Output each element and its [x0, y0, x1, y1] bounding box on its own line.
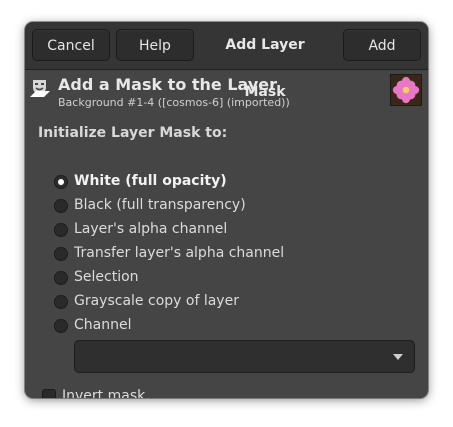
init-mask-label: Initialize Layer Mask to: [38, 125, 228, 141]
radio-button[interactable] [54, 247, 68, 261]
radio-label: Grayscale copy of layer [74, 293, 239, 309]
radio-button[interactable] [54, 319, 68, 333]
invert-mask-label: Invert mask [62, 388, 146, 398]
dialog-header: Cancel Help Add Layer Mask Add [25, 22, 428, 100]
radio-button[interactable] [54, 175, 68, 189]
invert-mask-checkbox[interactable] [42, 389, 56, 398]
layer-mask-icon [30, 80, 50, 97]
layer-name: Background #1-4 ([cosmos-6] (imported)) [58, 96, 290, 109]
cancel-button[interactable]: Cancel [32, 29, 110, 61]
radio-label: White (full opacity) [74, 173, 227, 189]
radio-label: Black (full transparency) [74, 197, 246, 213]
help-button[interactable]: Help [116, 29, 194, 61]
add-layer-mask-dialog: Cancel Help Add Layer Mask Add Add a Mas… [25, 22, 428, 398]
channel-combobox[interactable] [74, 340, 415, 373]
radio-label: Transfer layer's alpha channel [74, 245, 285, 261]
chevron-down-icon[interactable] [393, 354, 403, 360]
radio-button[interactable] [54, 271, 68, 285]
layer-thumbnail [390, 74, 422, 106]
radio-button[interactable] [54, 223, 68, 237]
dialog-content: Add a Mask to the Layer Background #1-4 … [25, 70, 428, 398]
radio-label: Channel [74, 317, 132, 333]
radio-button[interactable] [54, 295, 68, 309]
dialog-heading: Add a Mask to the Layer [58, 75, 278, 94]
radio-button[interactable] [54, 199, 68, 213]
add-button[interactable]: Add [343, 29, 421, 61]
dialog-title: Add Layer Mask [225, 37, 305, 100]
radio-label: Selection [74, 269, 139, 285]
radio-label: Layer's alpha channel [74, 221, 228, 237]
